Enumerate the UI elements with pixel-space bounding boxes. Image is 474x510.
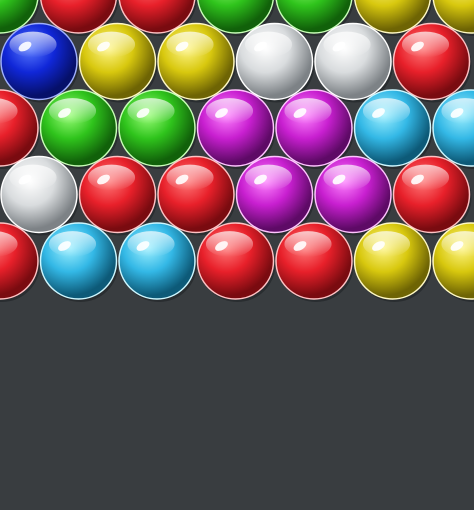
game-board[interactable] — [0, 0, 474, 510]
